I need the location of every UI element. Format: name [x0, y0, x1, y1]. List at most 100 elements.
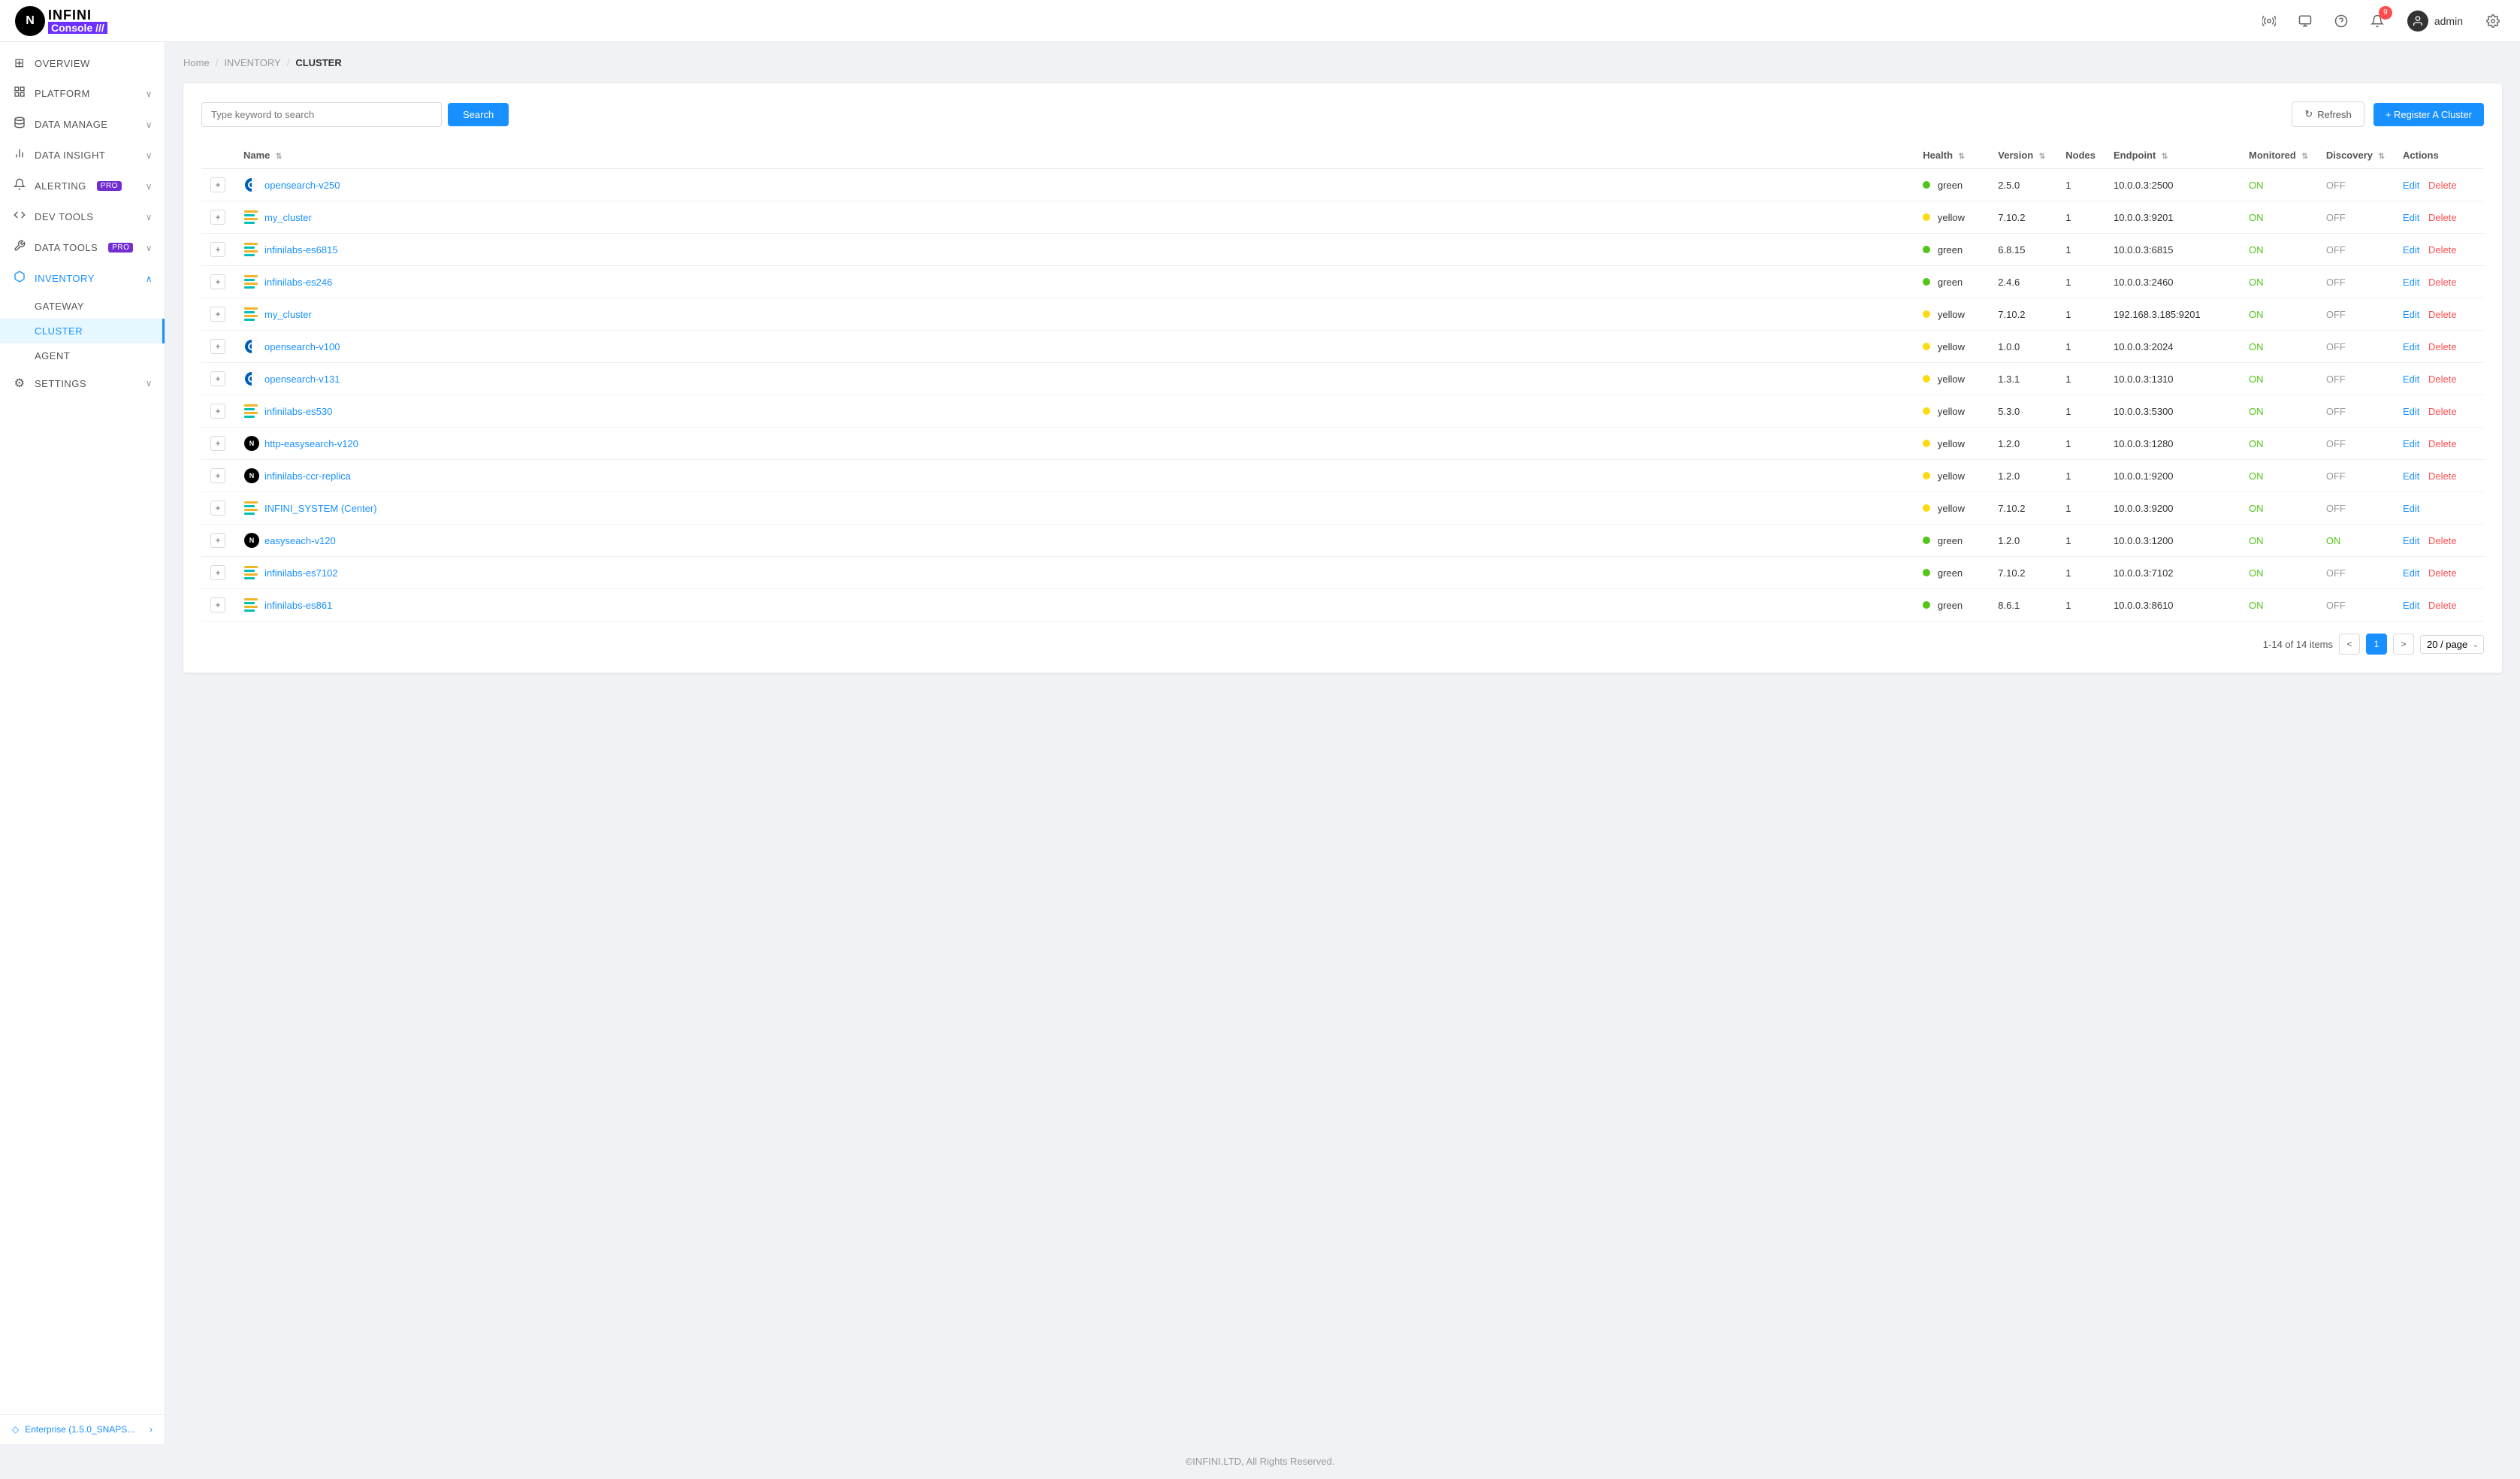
breadcrumb-inventory[interactable]: INVENTORY	[224, 57, 280, 68]
edit-action-link[interactable]: Edit	[2403, 277, 2419, 288]
pagination-page-1-button[interactable]: 1	[2366, 634, 2387, 655]
sidebar-item-data-manage[interactable]: DATA MANAGE ∨	[0, 109, 165, 140]
col-monitored-header[interactable]: Monitored ⇅	[2240, 142, 2317, 169]
edit-action-link[interactable]: Edit	[2403, 374, 2419, 385]
delete-action-link[interactable]: Delete	[2428, 406, 2457, 417]
register-cluster-button[interactable]: + Register A Cluster	[2373, 103, 2484, 126]
row-expand-button[interactable]: +	[210, 501, 225, 516]
delete-action-link[interactable]: Delete	[2428, 535, 2457, 546]
col-endpoint-header[interactable]: Endpoint ⇅	[2105, 142, 2240, 169]
per-page-select[interactable]: 10 / page 20 / page 50 / page	[2420, 635, 2484, 654]
row-expand-button[interactable]: +	[210, 339, 225, 354]
sidebar-item-inventory[interactable]: INVENTORY ∧	[0, 263, 165, 294]
edit-action-link[interactable]: Edit	[2403, 180, 2419, 191]
search-button[interactable]: Search	[448, 103, 509, 126]
logo-console-text: Console ///	[48, 22, 107, 34]
delete-action-link[interactable]: Delete	[2428, 600, 2457, 611]
monitored-status: ON	[2249, 341, 2264, 352]
edit-action-link[interactable]: Edit	[2403, 309, 2419, 320]
row-expand-button[interactable]: +	[210, 468, 225, 483]
monitor-icon-button[interactable]	[2293, 9, 2317, 33]
edit-action-link[interactable]: Edit	[2403, 212, 2419, 223]
delete-action-link[interactable]: Delete	[2428, 212, 2457, 223]
notification-icon-button[interactable]: 9	[2365, 9, 2389, 33]
col-version-header[interactable]: Version ⇅	[1989, 142, 2056, 169]
row-expand-button[interactable]: +	[210, 177, 225, 192]
cluster-name-link[interactable]: opensearch-v100	[243, 338, 1905, 355]
edit-action-link[interactable]: Edit	[2403, 406, 2419, 417]
delete-action-link[interactable]: Delete	[2428, 180, 2457, 191]
broadcast-icon-button[interactable]	[2257, 9, 2281, 33]
cluster-name-link[interactable]: infinilabs-es7102	[243, 564, 1905, 581]
sidebar-item-alerting[interactable]: ALERTING Pro ∨	[0, 171, 165, 201]
edit-action-link[interactable]: Edit	[2403, 600, 2419, 611]
version-sort-icon: ⇅	[2039, 153, 2045, 161]
edit-action-link[interactable]: Edit	[2403, 503, 2419, 514]
cluster-name-link[interactable]: infinilabs-es861	[243, 597, 1905, 613]
delete-action-link[interactable]: Delete	[2428, 567, 2457, 579]
sidebar-item-platform[interactable]: PLATFORM ∨	[0, 78, 165, 109]
pagination-next-button[interactable]: >	[2393, 634, 2414, 655]
delete-action-link[interactable]: Delete	[2428, 438, 2457, 449]
cluster-name-link[interactable]: opensearch-v131	[243, 371, 1905, 387]
row-expand-button[interactable]: +	[210, 597, 225, 612]
col-name-header[interactable]: Name ⇅	[234, 142, 1914, 169]
cluster-name-link[interactable]: N easyseach-v120	[243, 532, 1905, 549]
search-input[interactable]	[201, 102, 442, 127]
row-expand-button[interactable]: +	[210, 274, 225, 289]
cluster-name-link[interactable]: opensearch-v250	[243, 177, 1905, 193]
cluster-name-link[interactable]: my_cluster	[243, 209, 1905, 225]
edit-action-link[interactable]: Edit	[2403, 470, 2419, 482]
help-icon-button[interactable]	[2329, 9, 2353, 33]
cluster-name: opensearch-v250	[264, 180, 340, 191]
row-expand-button[interactable]: +	[210, 436, 225, 451]
cluster-name-link[interactable]: N http-easysearch-v120	[243, 435, 1905, 452]
cluster-name-link[interactable]: INFINI_SYSTEM (Center)	[243, 500, 1905, 516]
settings-icon-button[interactable]	[2481, 9, 2505, 33]
row-monitored-cell: ON	[2240, 525, 2317, 557]
delete-action-link[interactable]: Delete	[2428, 244, 2457, 256]
pagination-prev-button[interactable]: <	[2339, 634, 2360, 655]
sidebar-item-overview[interactable]: ⊞ OVERVIEW	[0, 48, 165, 78]
sidebar-sub-item-agent[interactable]: AGENT	[0, 343, 165, 368]
breadcrumb-sep1: /	[216, 57, 219, 68]
row-expand-button[interactable]: +	[210, 242, 225, 257]
sidebar-sub-item-gateway[interactable]: GATEWAY	[0, 294, 165, 319]
row-expand-button[interactable]: +	[210, 565, 225, 580]
sidebar-item-dev-tools[interactable]: DEV TOOLS ∨	[0, 201, 165, 232]
sidebar-item-settings[interactable]: ⚙ SETTINGS ∨	[0, 368, 165, 398]
sidebar-item-data-insight[interactable]: DATA INSIGHT ∨	[0, 140, 165, 171]
edit-action-link[interactable]: Edit	[2403, 341, 2419, 352]
row-nodes-cell: 1	[2056, 589, 2105, 622]
cluster-name-link[interactable]: infinilabs-es246	[243, 274, 1905, 290]
sidebar-item-data-tools[interactable]: DATA TOOLS Pro ∨	[0, 232, 165, 263]
refresh-button[interactable]: ↻ Refresh	[2292, 101, 2364, 127]
delete-action-link[interactable]: Delete	[2428, 309, 2457, 320]
delete-action-link[interactable]: Delete	[2428, 277, 2457, 288]
delete-action-link[interactable]: Delete	[2428, 374, 2457, 385]
delete-action-link[interactable]: Delete	[2428, 341, 2457, 352]
col-discovery-header[interactable]: Discovery ⇅	[2317, 142, 2394, 169]
edit-action-link[interactable]: Edit	[2403, 244, 2419, 256]
cluster-name-link[interactable]: infinilabs-es530	[243, 403, 1905, 419]
cluster-name-link[interactable]: N infinilabs-ccr-replica	[243, 467, 1905, 484]
row-name-cell: INFINI_SYSTEM (Center)	[234, 492, 1914, 525]
edit-action-link[interactable]: Edit	[2403, 438, 2419, 449]
edit-action-link[interactable]: Edit	[2403, 535, 2419, 546]
footer-copyright: ©INFINI.LTD, All Rights Reserved.	[1186, 1456, 1335, 1467]
sidebar-sub-item-cluster[interactable]: CLUSTER	[0, 319, 165, 343]
col-health-header[interactable]: Health ⇅	[1914, 142, 1989, 169]
cluster-name-link[interactable]: infinilabs-es6815	[243, 241, 1905, 258]
row-expand-button[interactable]: +	[210, 210, 225, 225]
admin-menu[interactable]: admin	[2401, 8, 2469, 35]
row-expand-button[interactable]: +	[210, 533, 225, 548]
cluster-name-link[interactable]: my_cluster	[243, 306, 1905, 322]
edit-action-link[interactable]: Edit	[2403, 567, 2419, 579]
row-expand-button[interactable]: +	[210, 307, 225, 322]
delete-action-link[interactable]: Delete	[2428, 470, 2457, 482]
sidebar-footer[interactable]: ◇ Enterprise (1.5.0_SNAPS... ›	[0, 1414, 165, 1444]
sidebar: ⊞ OVERVIEW PLATFORM ∨ DATA	[0, 42, 165, 1444]
row-expand-button[interactable]: +	[210, 404, 225, 419]
row-expand-button[interactable]: +	[210, 371, 225, 386]
breadcrumb-home[interactable]: Home	[183, 57, 210, 68]
